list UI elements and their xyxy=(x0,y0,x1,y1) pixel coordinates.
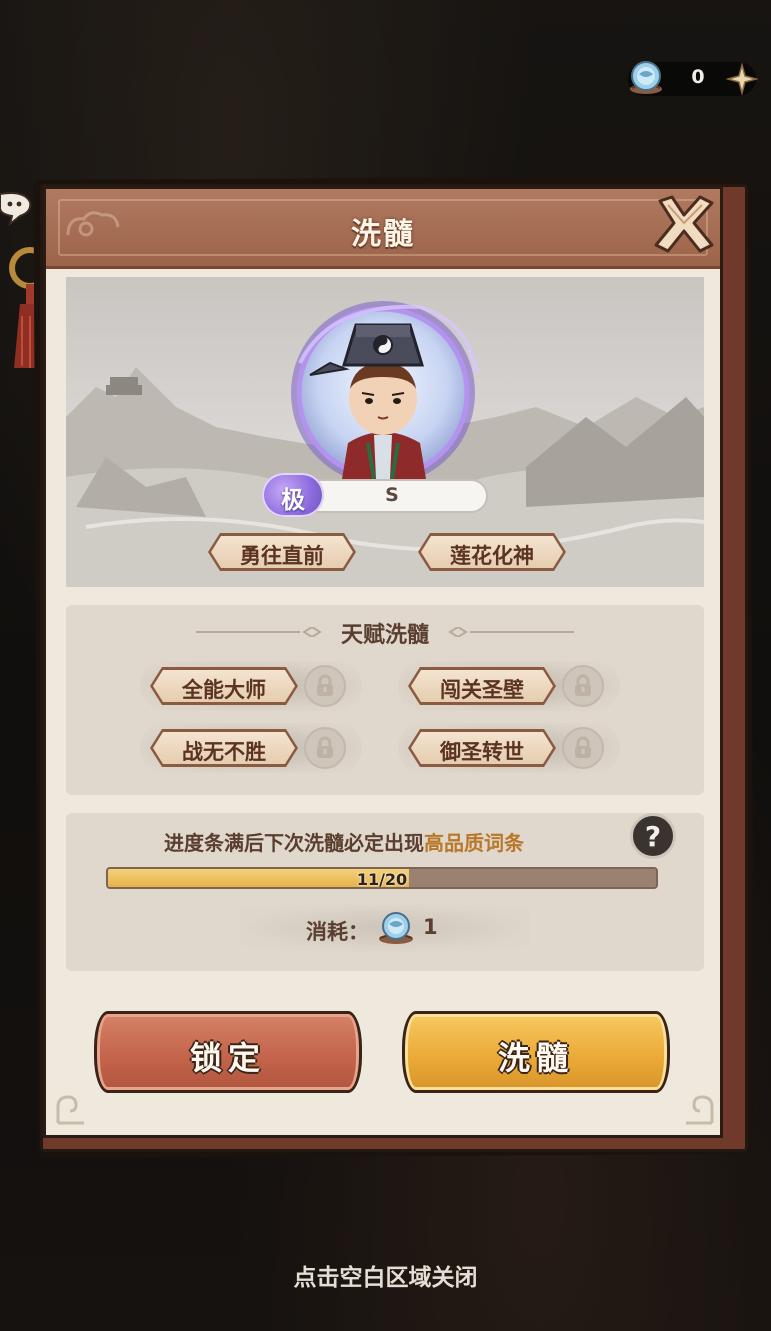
refine-button-label: 洗髓 xyxy=(497,1039,574,1077)
talent-row: 闯关圣壁 xyxy=(398,661,620,711)
marrow-gem-icon xyxy=(379,912,413,944)
talent-label: 御圣转世 xyxy=(440,740,524,764)
talent-title-row: 天赋洗髓 xyxy=(66,615,704,648)
talent-label: 闯关圣壁 xyxy=(440,678,524,702)
ornament-line-icon xyxy=(448,627,574,637)
chat-bubble-icon[interactable] xyxy=(0,188,34,228)
talent-label: 全能大师 xyxy=(182,678,266,702)
help-icon[interactable]: ? xyxy=(630,813,676,859)
guarantee-progress-panel: 进度条满后下次洗髓必定出现高品质词条 ? 11/20 消耗： 1 xyxy=(66,813,704,971)
close-icon[interactable] xyxy=(650,193,716,255)
cost-amount: 1 xyxy=(423,915,438,939)
guarantee-hint: 进度条满后下次洗髓必定出现高品质词条 xyxy=(164,827,524,856)
refine-button[interactable]: 洗髓 xyxy=(402,1011,670,1093)
modal-title: 洗髓 xyxy=(351,217,415,252)
lock-button[interactable]: 锁定 xyxy=(94,1011,362,1093)
talent-chip[interactable]: 全能大师 xyxy=(150,667,298,705)
talent-row: 战无不胜 xyxy=(140,723,362,773)
progress-bar: 11/20 xyxy=(106,867,658,889)
help-icon-glyph: ? xyxy=(644,820,662,853)
refine-modal: 洗髓 S 极 勇往直前 莲花化神 天赋洗髓 全能大师 闯关圣壁 战无不胜 御圣转… xyxy=(43,186,723,1138)
lock-icon xyxy=(575,736,591,758)
talent-row: 全能大师 xyxy=(140,661,362,711)
talent-lock-toggle[interactable] xyxy=(304,665,346,707)
currency-amount: 0 xyxy=(691,66,705,88)
progress-label: 11/20 xyxy=(356,870,408,889)
talent-lock-toggle[interactable] xyxy=(304,727,346,769)
modal-header: 洗髓 xyxy=(46,189,720,269)
talent-chip[interactable]: 御圣转世 xyxy=(408,729,556,767)
talent-refine-panel: 天赋洗髓 全能大师 闯关圣壁 战无不胜 御圣转世 xyxy=(66,605,704,795)
corner-ornament-icon xyxy=(56,1095,84,1125)
hero-trait-chip[interactable]: 勇往直前 xyxy=(208,533,356,571)
talent-lock-toggle[interactable] xyxy=(562,665,604,707)
lock-icon xyxy=(575,674,591,696)
talent-label: 战无不胜 xyxy=(182,740,266,764)
hero-grade-bar: S 极 xyxy=(262,473,492,517)
hero-showcase: S 极 勇往直前 莲花化神 xyxy=(66,277,704,587)
marrow-gem-icon xyxy=(630,61,662,94)
talent-lock-toggle[interactable] xyxy=(562,727,604,769)
dismiss-hint: 点击空白区域关闭 xyxy=(293,1265,478,1291)
cost-label: 消耗： xyxy=(306,920,369,944)
corner-ornament-icon xyxy=(686,1095,714,1125)
hero-trait-label: 莲花化神 xyxy=(450,544,534,568)
grade-value: S xyxy=(385,484,399,506)
currency-counter: 0 xyxy=(628,61,758,96)
lock-icon xyxy=(317,736,333,758)
guarantee-hint-text: 进度条满后下次洗髓必定出现 xyxy=(164,831,424,855)
guarantee-hint-highlight: 高品质词条 xyxy=(424,831,524,855)
grade-badge: 极 xyxy=(262,473,324,517)
talent-chip[interactable]: 战无不胜 xyxy=(150,729,298,767)
talent-chip[interactable]: 闯关圣壁 xyxy=(408,667,556,705)
cost-row: 消耗： 1 xyxy=(240,905,530,951)
talent-section-title: 天赋洗髓 xyxy=(340,623,429,648)
hero-portrait xyxy=(291,301,478,485)
talent-row: 御圣转世 xyxy=(398,723,620,773)
grade-badge-label: 极 xyxy=(281,486,305,514)
lock-button-label: 锁定 xyxy=(189,1039,266,1077)
plus-icon[interactable] xyxy=(726,62,758,96)
hero-trait-chip[interactable]: 莲花化神 xyxy=(418,533,566,571)
hero-trait-label: 勇往直前 xyxy=(240,544,324,568)
lock-icon xyxy=(317,674,333,696)
